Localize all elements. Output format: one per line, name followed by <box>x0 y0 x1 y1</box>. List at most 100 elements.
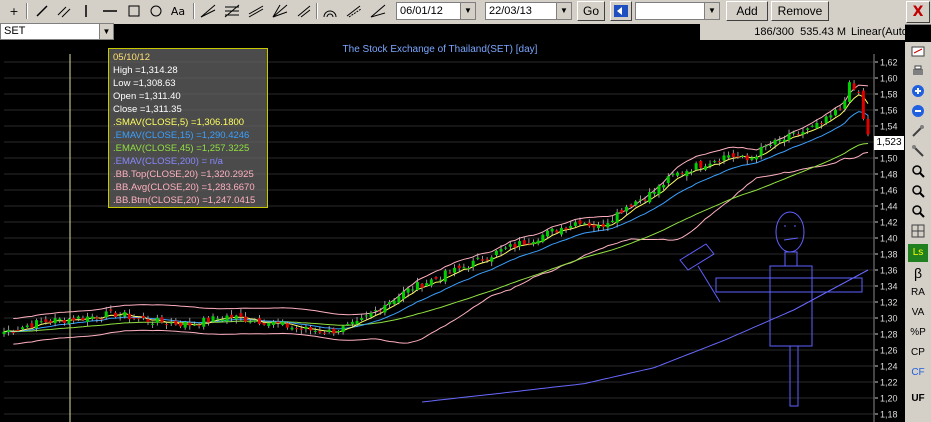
ellipse-tool-icon[interactable] <box>146 2 166 20</box>
indicator-select[interactable]: ▼ <box>635 2 720 20</box>
magnifier-plus-icon[interactable] <box>908 164 928 182</box>
candle-body <box>192 324 196 326</box>
grid-icon[interactable] <box>908 224 928 242</box>
candle-body <box>151 323 155 325</box>
cp-button[interactable]: CP <box>908 344 928 362</box>
candle <box>350 319 354 327</box>
candle-body <box>271 321 275 326</box>
cycle-lines-icon[interactable] <box>344 2 364 20</box>
candle <box>341 325 345 335</box>
arc-tool-icon[interactable] <box>320 2 340 20</box>
candle <box>244 312 248 323</box>
candle <box>174 318 178 326</box>
price-axis: 1,18 1,20 1,22 1,24 1,26 1,28 1,30 1,32 1,34 1,36… <box>873 54 898 422</box>
symbol-select[interactable]: SET ▼ <box>0 23 114 40</box>
candle-body <box>165 324 169 326</box>
gann-fan-icon[interactable] <box>270 2 290 20</box>
vertical-line-icon[interactable] <box>76 2 96 20</box>
candle-body <box>95 317 99 319</box>
va-button[interactable]: VA <box>908 304 928 322</box>
candle-body <box>206 317 210 323</box>
magnifier-minus-icon[interactable] <box>908 184 928 202</box>
print-icon[interactable] <box>908 64 928 82</box>
chevron-down-icon[interactable]: ▼ <box>99 24 113 39</box>
uf-button[interactable]: UF <box>908 390 928 408</box>
date-to-field[interactable]: 22/03/13 ▼ <box>485 2 572 20</box>
candle-body <box>346 323 350 325</box>
candle <box>141 312 145 321</box>
candle-body <box>847 82 851 102</box>
candle-body <box>439 279 443 281</box>
cf-button[interactable]: CF <box>908 364 928 382</box>
candle-body <box>768 144 772 146</box>
fibonacci-icon[interactable] <box>222 2 242 20</box>
pitchfork-icon[interactable] <box>294 2 314 20</box>
date-from-value: 06/01/12 <box>400 5 443 17</box>
symbol-value: SET <box>4 25 26 37</box>
parallel-lines-icon[interactable] <box>54 2 74 20</box>
close-button[interactable]: X <box>906 1 930 23</box>
candle-body <box>722 155 726 161</box>
tools-alt-icon[interactable] <box>908 144 928 162</box>
rectangle-tool-icon[interactable] <box>124 2 144 20</box>
text-tool-icon[interactable]: Aa <box>168 2 188 20</box>
candle-body <box>532 241 536 245</box>
candle-body <box>169 322 173 324</box>
chart-settings-icon[interactable] <box>908 44 928 62</box>
magnifier-icon[interactable] <box>908 204 928 222</box>
candle-body <box>434 277 438 279</box>
zoom-in-icon[interactable] <box>908 84 928 102</box>
candle-body <box>536 240 540 244</box>
back-arrow-button[interactable] <box>610 1 632 21</box>
y-tick-label: 1,32 <box>880 298 898 308</box>
candle-body <box>569 225 573 228</box>
candle-body <box>624 206 628 212</box>
y-tick-label: 1,58 <box>880 90 898 100</box>
line-tool-icon[interactable] <box>32 2 52 20</box>
y-tick-label: 1,46 <box>880 186 898 196</box>
beta-button[interactable]: β <box>908 264 928 282</box>
scale-mode[interactable]: Linear(Auto <box>848 24 905 40</box>
go-button[interactable]: Go <box>577 1 605 21</box>
channel-icon[interactable] <box>246 2 266 20</box>
candle-body <box>327 329 331 332</box>
chevron-down-icon[interactable]: ▼ <box>556 3 571 19</box>
fan-lines-icon[interactable] <box>198 2 218 20</box>
y-tick-label: 1,36 <box>880 266 898 276</box>
candle-body <box>490 257 494 262</box>
candle <box>146 315 150 326</box>
ra-button[interactable]: RA <box>908 284 928 302</box>
candle <box>638 195 642 204</box>
pct-p-button[interactable]: %P <box>908 324 928 342</box>
crosshair-icon[interactable]: + <box>4 2 24 20</box>
zoom-out-icon[interactable] <box>908 104 928 122</box>
candle-body <box>62 319 66 323</box>
candle-body <box>694 163 698 170</box>
y-tick-label: 1,22 <box>880 378 898 388</box>
candle <box>118 312 122 321</box>
candle-body <box>392 300 396 305</box>
candle-body <box>601 224 605 227</box>
candle-body <box>30 323 34 328</box>
ls-button[interactable]: Ls <box>908 244 928 262</box>
speed-lines-icon[interactable] <box>368 2 388 20</box>
candle-body <box>295 328 299 330</box>
candle-body <box>494 250 498 256</box>
tools-icon[interactable] <box>908 124 928 142</box>
candle-body <box>480 259 484 261</box>
add-button[interactable]: Add <box>726 1 768 21</box>
candle-body <box>350 321 354 324</box>
candle-body <box>323 332 327 334</box>
candle <box>30 320 34 329</box>
info-bbtop: .BB.Top(CLOSE,20) =1,320.2925 <box>113 169 254 180</box>
horizontal-line-icon[interactable] <box>100 2 120 20</box>
chevron-down-icon[interactable]: ▼ <box>704 3 719 19</box>
chevron-down-icon[interactable]: ▼ <box>460 3 475 19</box>
hammer-head <box>679 243 715 271</box>
candle-body <box>313 330 317 332</box>
date-from-field[interactable]: 06/01/12 ▼ <box>396 2 476 20</box>
candle-body <box>629 204 633 207</box>
candle-body <box>508 244 512 247</box>
remove-button[interactable]: Remove <box>771 1 829 21</box>
candle <box>183 320 187 330</box>
